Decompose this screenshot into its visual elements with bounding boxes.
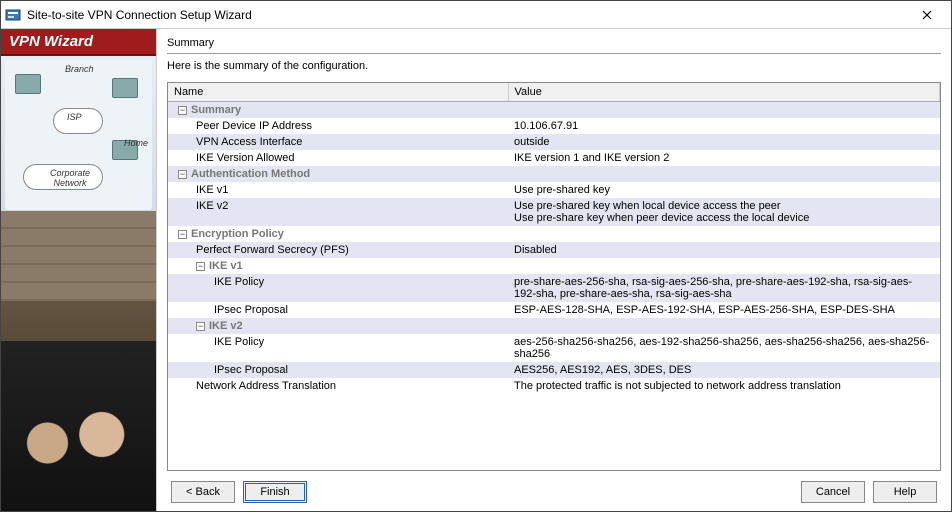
cell-value: IKE version 1 and IKE version 2: [508, 150, 940, 166]
cell-name: IKE Policy: [174, 276, 264, 288]
close-icon: [922, 10, 932, 20]
sidebar-illustration: Branch ISP Home Corporate Network: [1, 56, 156, 511]
table-row: Network Address Translation The protecte…: [168, 378, 940, 394]
collapse-toggle-icon[interactable]: −: [178, 170, 187, 179]
group-label: Authentication Method: [191, 168, 310, 180]
wizard-button-row: < Back Finish Cancel Help: [167, 471, 941, 503]
table-row: IKE Policy pre-share-aes-256-sha, rsa-si…: [168, 274, 940, 302]
cell-value: The protected traffic is not subjected t…: [508, 378, 940, 394]
collapse-toggle-icon[interactable]: −: [178, 106, 187, 115]
group-row-summary: −Summary: [168, 102, 940, 119]
cell-value: Use pre-shared key: [508, 182, 940, 198]
group-label: IKE v2: [209, 320, 243, 332]
network-diagram: Branch ISP Home Corporate Network: [5, 60, 152, 210]
help-button[interactable]: Help: [873, 481, 937, 503]
cell-value: Disabled: [508, 242, 940, 258]
cell-value: pre-share-aes-256-sha, rsa-sig-aes-256-s…: [508, 274, 940, 302]
back-button[interactable]: < Back: [171, 481, 235, 503]
diagram-wall: [1, 211, 156, 301]
diagram-people: [1, 341, 156, 511]
wizard-content: Summary Here is the summary of the confi…: [157, 29, 951, 511]
cancel-button[interactable]: Cancel: [801, 481, 865, 503]
cell-name: Network Address Translation: [174, 380, 336, 392]
table-row: IKE Version Allowed IKE version 1 and IK…: [168, 150, 940, 166]
cell-name: Peer Device IP Address: [174, 120, 312, 132]
table-row: VPN Access Interface outside: [168, 134, 940, 150]
table-row: IKE v1 Use pre-shared key: [168, 182, 940, 198]
table-row: IPsec Proposal ESP-AES-128-SHA, ESP-AES-…: [168, 302, 940, 318]
table-row: IKE v2 Use pre-shared key when local dev…: [168, 198, 940, 226]
cell-name: VPN Access Interface: [174, 136, 302, 148]
cell-name: IKE v1: [174, 184, 228, 196]
cell-value: Use pre-shared key when local device acc…: [508, 198, 940, 226]
cell-name: IKE Policy: [174, 336, 264, 348]
table-row: IPsec Proposal AES256, AES192, AES, 3DES…: [168, 362, 940, 378]
cell-name: Perfect Forward Secrecy (PFS): [174, 244, 349, 256]
table-row: Perfect Forward Secrecy (PFS) Disabled: [168, 242, 940, 258]
diagram-node: [15, 74, 41, 94]
cell-value: ESP-AES-128-SHA, ESP-AES-192-SHA, ESP-AE…: [508, 302, 940, 318]
cell-value: AES256, AES192, AES, 3DES, DES: [508, 362, 940, 378]
summary-table-wrap[interactable]: Name Value −Summary Peer Device IP Addre…: [167, 82, 941, 471]
cell-name: IKE v2: [174, 200, 228, 212]
window-title: Site-to-site VPN Connection Setup Wizard: [27, 8, 907, 22]
summary-table: Name Value −Summary Peer Device IP Addre…: [168, 83, 940, 394]
finish-button[interactable]: Finish: [243, 481, 307, 503]
wizard-body: VPN Wizard Branch ISP Home Corporate Net…: [1, 29, 951, 511]
group-row-ikev1: −IKE v1: [168, 258, 940, 274]
diagram-label-corp: Corporate Network: [35, 168, 105, 188]
collapse-toggle-icon[interactable]: −: [196, 322, 205, 331]
group-row-auth: −Authentication Method: [168, 166, 940, 182]
table-row: IKE Policy aes-256-sha256-sha256, aes-19…: [168, 334, 940, 362]
close-button[interactable]: [907, 1, 947, 29]
cell-name: IPsec Proposal: [174, 364, 288, 376]
col-header-value[interactable]: Value: [508, 83, 940, 102]
titlebar: Site-to-site VPN Connection Setup Wizard: [1, 1, 951, 29]
group-row-ikev2: −IKE v2: [168, 318, 940, 334]
diagram-label-branch: Branch: [65, 64, 94, 74]
group-label: Summary: [191, 104, 241, 116]
group-label: Encryption Policy: [191, 228, 284, 240]
section-title: Summary: [167, 35, 941, 54]
sidebar-banner: VPN Wizard: [1, 29, 156, 56]
cell-name: IKE Version Allowed: [174, 152, 294, 164]
diagram-node: [112, 78, 138, 98]
collapse-toggle-icon[interactable]: −: [178, 230, 187, 239]
cell-value: outside: [508, 134, 940, 150]
app-icon: [5, 7, 21, 23]
cell-name: IPsec Proposal: [174, 304, 288, 316]
diagram-label-home: Home: [124, 138, 148, 148]
section-description: Here is the summary of the configuration…: [167, 60, 941, 72]
group-label: IKE v1: [209, 260, 243, 272]
collapse-toggle-icon[interactable]: −: [196, 262, 205, 271]
cell-value: 10.106.67.91: [508, 118, 940, 134]
col-header-name[interactable]: Name: [168, 83, 508, 102]
wizard-sidebar: VPN Wizard Branch ISP Home Corporate Net…: [1, 29, 157, 511]
cell-value: aes-256-sha256-sha256, aes-192-sha256-sh…: [508, 334, 940, 362]
wizard-window: Site-to-site VPN Connection Setup Wizard…: [0, 0, 952, 512]
table-row: Peer Device IP Address 10.106.67.91: [168, 118, 940, 134]
group-row-encryption: −Encryption Policy: [168, 226, 940, 242]
diagram-label-isp: ISP: [67, 112, 82, 122]
